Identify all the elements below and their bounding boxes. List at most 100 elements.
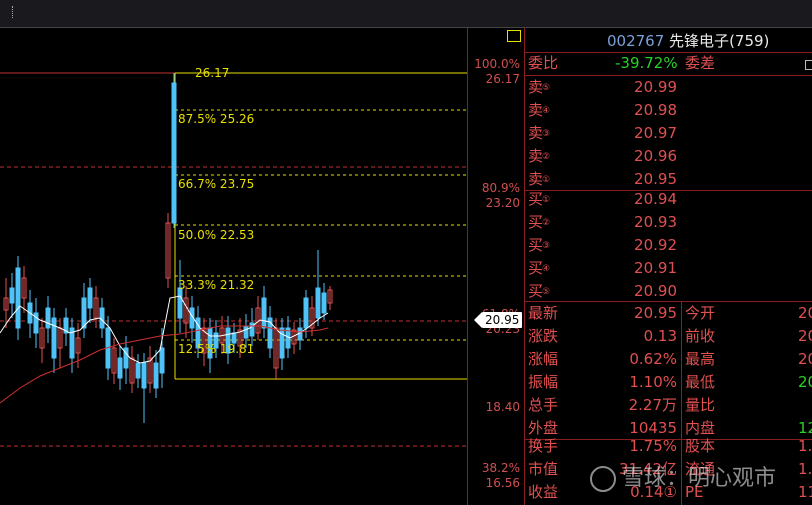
quote-panel: 002767 先锋电子(759) 委比 -39.72% 委差 卖 ⑤ 20.99 卖 ④… xyxy=(524,28,812,505)
sell-row: 卖 ⑤ 20.99 xyxy=(525,76,812,99)
buy-price: 20.92 xyxy=(634,236,677,254)
stats-label: 换手 xyxy=(528,437,559,455)
sell-level: ③ xyxy=(542,129,551,139)
buy-price: 20.93 xyxy=(634,213,677,231)
quote-row: 振幅 1.10% 最低 20 xyxy=(525,371,812,394)
candle-body xyxy=(261,297,267,329)
axis-label: 18.40 xyxy=(485,400,520,414)
candle-body xyxy=(141,362,147,389)
candle-body xyxy=(243,325,249,339)
weibi-label: 委比 xyxy=(528,54,559,72)
sell-price: 20.98 xyxy=(634,101,677,119)
fib-label: 66.7% 23.75 xyxy=(178,177,254,191)
weibi-value: -39.72% xyxy=(615,54,678,72)
stats-label-2: 股本 xyxy=(685,437,716,455)
buy-level: ③ xyxy=(542,241,551,251)
buy-row: 买 ① 20.94 xyxy=(525,188,812,211)
candle-body xyxy=(321,292,327,314)
snowball-logo-icon xyxy=(590,466,616,492)
sell-level: ⑤ xyxy=(542,83,551,93)
candle-body xyxy=(177,287,183,319)
quote-row: 涨幅 0.62% 最高 20 xyxy=(525,348,812,371)
sell-price: 20.96 xyxy=(634,147,677,165)
sell-price: 20.99 xyxy=(634,78,677,96)
quote-label-2: 量比 xyxy=(685,396,716,414)
buy-row: 买 ③ 20.92 xyxy=(525,234,812,257)
sell-level: ④ xyxy=(542,106,551,116)
sell-level: ② xyxy=(542,152,551,162)
quote-label: 涨幅 xyxy=(528,350,559,368)
toolbar-grip-icon[interactable] xyxy=(12,6,15,18)
stats-label: 收益 xyxy=(528,483,559,501)
quote-label-2: 今开 xyxy=(685,304,716,322)
sell-row: 卖 ④ 20.98 xyxy=(525,99,812,122)
stock-title[interactable]: 002767 先锋电子(759) xyxy=(607,30,769,51)
fib-label: 12.5% 19.81 xyxy=(178,342,254,356)
buy-label: 买 xyxy=(528,236,544,254)
quote-value-2: 20 xyxy=(798,373,812,391)
stats-value-2: 1.3 xyxy=(798,460,812,478)
candle-body xyxy=(87,287,93,309)
quote-label: 涨跌 xyxy=(528,327,559,345)
fib-label: 87.5% 25.26 xyxy=(178,112,254,126)
candle-body xyxy=(15,267,21,329)
candle-body xyxy=(135,362,141,379)
watermark: 雪球：明心观市 xyxy=(590,460,776,492)
buy-label: 买 xyxy=(528,282,544,300)
fib-label: 26.17 xyxy=(195,66,229,80)
axis-label: 26.17 xyxy=(485,72,520,86)
quote-label: 最新 xyxy=(528,304,559,322)
quote-row: 总手 2.27万 量比 xyxy=(525,394,812,417)
quote-label-2: 最低 xyxy=(685,373,716,391)
quote-label-2: 前收 xyxy=(685,327,716,345)
buy-label: 买 xyxy=(528,190,544,208)
weibi-row: 委比 -39.72% 委差 xyxy=(525,52,812,75)
kline-chart[interactable]: 26.17 87.5% 25.26 66.7% 23.75 50.0% 22.5… xyxy=(0,28,467,505)
candle-body xyxy=(9,287,15,304)
quote-row: 最新 20.95 今开 20 xyxy=(525,302,812,325)
watermark-text: 雪球：明心观市 xyxy=(622,466,777,491)
stats-value-2: 112 xyxy=(798,483,812,501)
quote-label-2: 最高 xyxy=(685,350,716,368)
quote-value: 2.27万 xyxy=(628,396,677,414)
stats-row: 换手 1.75% 股本 1.5 xyxy=(525,435,812,458)
quote-value-2: 20 xyxy=(798,350,812,368)
buy-level: ② xyxy=(542,218,551,228)
buy-label: 买 xyxy=(528,259,544,277)
quote-row: 涨跌 0.13 前收 20 xyxy=(525,325,812,348)
sell-label: 卖 xyxy=(528,147,544,165)
quote-label: 振幅 xyxy=(528,373,559,391)
stats-value: 1.75% xyxy=(629,437,677,455)
candle-body xyxy=(159,347,165,374)
candle-body xyxy=(81,297,87,329)
candle-body xyxy=(153,362,159,389)
axis-label: 80.9% xyxy=(481,181,520,195)
sell-label: 卖 xyxy=(528,78,544,96)
buy-level: ④ xyxy=(542,264,551,274)
axis-label: 16.56 xyxy=(485,476,520,490)
axis-label: 100.0% xyxy=(474,57,520,71)
candle-body xyxy=(279,327,285,359)
buy-row: 买 ② 20.93 xyxy=(525,211,812,234)
candle-body xyxy=(117,357,123,379)
price-axis: 100.0% 26.17 80.9% 23.20 61.8% 20.23 18.… xyxy=(468,28,524,505)
buy-level: ① xyxy=(542,195,551,205)
candle-body xyxy=(171,82,177,224)
stats-value-2: 1.5 xyxy=(798,437,812,455)
fib-label: 33.3% 21.32 xyxy=(178,278,254,292)
fib-label: 50.0% 22.53 xyxy=(178,228,254,242)
sell-price: 20.97 xyxy=(634,124,677,142)
current-price-tag: 20.95 xyxy=(473,312,523,328)
stock-extra: (759) xyxy=(729,32,770,50)
stock-title-bar: 002767 先锋电子(759) xyxy=(525,28,812,52)
top-toolbar xyxy=(0,0,812,28)
weicha-label: 委差 xyxy=(685,54,716,72)
stock-code: 002767 xyxy=(607,32,665,50)
buy-price: 20.94 xyxy=(634,190,677,208)
quote-value-2: 20 xyxy=(798,327,812,345)
quote-value: 1.10% xyxy=(629,373,677,391)
weicha-marker-icon xyxy=(805,60,812,70)
axis-label: 23.20 xyxy=(485,196,520,210)
buy-price: 20.90 xyxy=(634,282,677,300)
sell-row: 卖 ② 20.96 xyxy=(525,145,812,168)
